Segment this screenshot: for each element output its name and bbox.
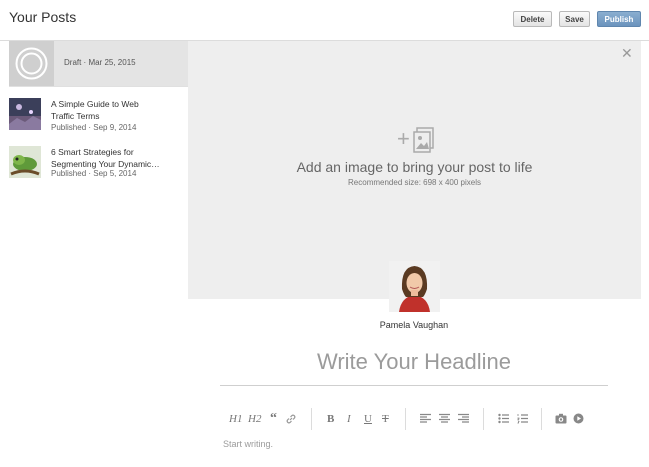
headline-input[interactable]: Write Your Headline [220,349,608,375]
delete-button[interactable]: Delete [513,11,552,27]
video-icon[interactable] [573,413,584,429]
body-editor[interactable]: Start writing. [223,439,273,449]
post-title[interactable]: A Simple Guide to Web Traffic Terms [51,98,139,122]
author-name: Pamela Vaughan [379,320,449,330]
publish-button[interactable]: Publish [597,11,641,27]
strikethrough-button[interactable]: T [382,412,389,426]
heading2-button[interactable]: H2 [248,412,261,426]
bullet-list-icon[interactable] [498,413,509,429]
post-thumbnail[interactable] [9,98,41,130]
image-size-hint: Recommended size: 698 x 400 pixels [348,178,481,187]
close-icon[interactable]: ✕ [621,46,633,60]
post-meta: Published · Sep 5, 2014 [51,169,137,178]
align-left-icon[interactable] [420,413,431,429]
page-title: Your Posts [9,9,77,25]
bold-button[interactable]: B [327,412,334,426]
add-image-icon[interactable] [413,127,435,153]
quote-button[interactable]: “ [270,412,277,426]
align-center-icon[interactable] [439,413,450,429]
link-icon[interactable] [285,413,297,430]
heading1-button[interactable]: H1 [229,412,242,426]
camera-icon[interactable] [555,413,567,429]
plus-icon: + [397,126,410,151]
headline-underline [220,385,608,386]
sidebar-divider [9,86,188,87]
numbered-list-icon[interactable] [517,413,528,429]
avatar [389,261,440,312]
toolbar-divider [311,408,312,430]
post-title[interactable]: 6 Smart Strategies for Segmenting Your D… [51,146,160,170]
draft-label: Draft · Mar 25, 2015 [64,58,136,67]
toolbar-divider [405,408,406,430]
draft-thumbnail [9,41,54,86]
toolbar-divider [541,408,542,430]
post-meta: Published · Sep 9, 2014 [51,123,137,132]
underline-button[interactable]: U [364,412,372,426]
italic-button[interactable]: I [347,412,351,426]
post-title-line: Traffic Terms [51,111,100,121]
align-right-icon[interactable] [458,413,469,429]
post-title-line: 6 Smart Strategies for [51,147,134,157]
save-button[interactable]: Save [559,11,590,27]
toolbar-divider [483,408,484,430]
post-title-line: A Simple Guide to Web [51,99,139,109]
image-prompt: Add an image to bring your post to life [296,159,533,175]
post-thumbnail[interactable] [9,146,41,178]
